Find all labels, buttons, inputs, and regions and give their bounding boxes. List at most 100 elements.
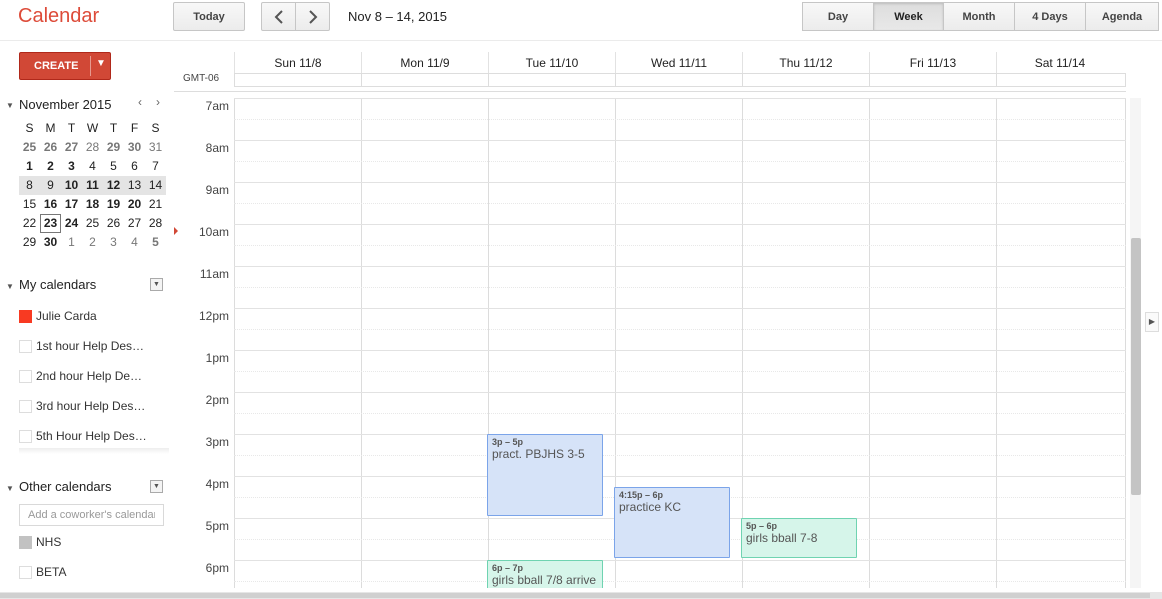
hour-label: 9am — [205, 183, 229, 197]
mini-calendar-day[interactable]: 30 — [40, 233, 61, 252]
mini-calendar-day[interactable]: 2 — [82, 233, 103, 252]
mini-calendar-day[interactable]: 12 — [103, 176, 124, 195]
collapse-triangle-icon[interactable]: ▼ — [6, 484, 14, 493]
calendar-item[interactable]: 3rd hour Help Des… — [19, 397, 145, 415]
previous-week-button[interactable] — [261, 2, 296, 31]
mini-calendar-day[interactable]: 16 — [40, 195, 61, 214]
mini-calendar-day[interactable]: 25 — [82, 214, 103, 233]
mini-calendar-day[interactable]: 20 — [124, 195, 145, 214]
app-title[interactable]: Calendar — [18, 5, 99, 28]
mini-calendar-day[interactable]: 2 — [40, 157, 61, 176]
calendar-color-swatch[interactable] — [19, 399, 32, 413]
other-calendars-title[interactable]: Other calendars — [19, 479, 112, 494]
mini-calendar-day[interactable]: 4 — [82, 157, 103, 176]
mini-calendar-day[interactable]: 27 — [61, 138, 82, 157]
calendar-item[interactable]: BETA — [19, 563, 66, 581]
half-hour-line — [234, 371, 1126, 372]
calendar-color-swatch[interactable] — [19, 429, 32, 443]
calendar-color-swatch[interactable] — [19, 535, 32, 549]
day-header[interactable]: Wed 11/11 — [615, 52, 742, 73]
my-calendars-menu-icon[interactable]: ▼ — [150, 278, 163, 291]
day-header[interactable]: Thu 11/12 — [742, 52, 869, 73]
horizontal-scrollbar-thumb[interactable] — [0, 593, 1150, 598]
view-day-button[interactable]: Day — [802, 2, 874, 31]
mini-calendar-day[interactable]: 3 — [61, 157, 82, 176]
hour-label: 2pm — [205, 393, 229, 407]
today-button[interactable]: Today — [173, 2, 245, 31]
mini-calendar-day[interactable]: 17 — [61, 195, 82, 214]
calendar-item[interactable]: 5th Hour Help Des… — [19, 427, 147, 445]
mini-calendar-day[interactable]: 26 — [103, 214, 124, 233]
calendar-event[interactable]: 6p – 7p girls bball 7/8 arrive — [487, 560, 603, 588]
mini-calendar-day[interactable]: 30 — [124, 138, 145, 157]
mini-calendar-day[interactable]: 22 — [19, 214, 40, 233]
calendar-item[interactable]: 2nd hour Help De… — [19, 367, 142, 385]
weekday-header: T — [67, 121, 76, 135]
mini-calendar-day[interactable]: 10 — [61, 176, 82, 195]
mini-calendar-prev-icon[interactable]: ‹ — [138, 95, 142, 109]
hour-line — [234, 182, 1126, 183]
calendar-item[interactable]: NHS — [19, 533, 61, 551]
calendar-event[interactable]: 3p – 5p pract. PBJHS 3-5 — [487, 434, 603, 516]
day-header[interactable]: Fri 11/13 — [869, 52, 996, 73]
mini-calendar-day[interactable]: 1 — [61, 233, 82, 252]
mini-calendar-day[interactable]: 24 — [61, 214, 82, 233]
view-week-button[interactable]: Week — [873, 2, 944, 31]
mini-calendar-day[interactable]: 11 — [82, 176, 103, 195]
expand-side-panel-icon[interactable]: ▶ — [1145, 312, 1159, 332]
hour-label: 7am — [205, 99, 229, 113]
mini-calendar-day[interactable]: 21 — [145, 195, 166, 214]
mini-calendar-day[interactable]: 29 — [103, 138, 124, 157]
mini-calendar-day[interactable]: 15 — [19, 195, 40, 214]
calendar-item[interactable]: 1st hour Help Des… — [19, 337, 144, 355]
mini-calendar-day-today[interactable]: 23 — [40, 214, 61, 233]
calendar-color-swatch[interactable] — [19, 339, 32, 353]
day-header[interactable]: Sat 11/14 — [996, 52, 1123, 73]
mini-calendar-day[interactable]: 14 — [145, 176, 166, 195]
mini-calendar-day[interactable]: 18 — [82, 195, 103, 214]
day-header[interactable]: Mon 11/9 — [361, 52, 488, 73]
all-day-row[interactable] — [234, 73, 1126, 87]
day-header[interactable]: Sun 11/8 — [234, 52, 361, 73]
mini-calendar-day[interactable]: 5 — [145, 233, 166, 252]
mini-calendar-day[interactable]: 28 — [82, 138, 103, 157]
mini-calendar-day[interactable]: 29 — [19, 233, 40, 252]
next-week-button[interactable] — [295, 2, 330, 31]
view-agenda-button[interactable]: Agenda — [1085, 2, 1159, 31]
mini-calendar-day[interactable]: 8 — [19, 176, 40, 195]
view-month-button[interactable]: Month — [943, 2, 1015, 31]
day-header[interactable]: Tue 11/10 — [488, 52, 615, 73]
mini-calendar-day[interactable]: 19 — [103, 195, 124, 214]
date-range-label: Nov 8 – 14, 2015 — [348, 9, 448, 24]
mini-calendar-day[interactable]: 9 — [40, 176, 61, 195]
mini-calendar-day[interactable]: 1 — [19, 157, 40, 176]
mini-calendar-day[interactable]: 5 — [103, 157, 124, 176]
mini-calendar-day[interactable]: 3 — [103, 233, 124, 252]
mini-calendar-day[interactable]: 13 — [124, 176, 145, 195]
other-calendars-menu-icon[interactable]: ▼ — [150, 480, 163, 493]
grid-scrollbar-thumb[interactable] — [1131, 238, 1141, 495]
mini-calendar-day[interactable]: 31 — [145, 138, 166, 157]
mini-calendar-day[interactable]: 28 — [145, 214, 166, 233]
mini-calendar-next-icon[interactable]: › — [156, 95, 160, 109]
add-coworker-calendar-input[interactable] — [19, 504, 164, 526]
calendar-event[interactable]: 4:15p – 6p practice KC — [614, 487, 730, 558]
mini-calendar-day[interactable]: 4 — [124, 233, 145, 252]
mini-calendar-day[interactable]: 27 — [124, 214, 145, 233]
create-button[interactable]: CREATE ▼ — [19, 52, 111, 80]
calendar-color-swatch[interactable] — [19, 565, 32, 579]
create-dropdown-icon[interactable]: ▼ — [96, 58, 106, 69]
calendar-color-swatch[interactable] — [19, 369, 32, 383]
collapse-triangle-icon[interactable]: ▼ — [6, 101, 14, 110]
mini-calendar-day[interactable]: 26 — [40, 138, 61, 157]
calendar-event[interactable]: 5p – 6p girls bball 7-8 — [741, 518, 857, 558]
collapse-triangle-icon[interactable]: ▼ — [6, 282, 14, 291]
mini-calendar-day[interactable]: 25 — [19, 138, 40, 157]
my-calendars-title[interactable]: My calendars — [19, 277, 96, 292]
mini-calendar-day[interactable]: 7 — [145, 157, 166, 176]
calendar-item[interactable]: Julie Carda — [19, 307, 97, 325]
mini-calendar-day[interactable]: 6 — [124, 157, 145, 176]
view-4days-button[interactable]: 4 Days — [1014, 2, 1086, 31]
calendar-color-swatch[interactable] — [19, 309, 32, 323]
week-time-grid[interactable]: 7am 8am 9am 10am 11am 12pm 1pm 2pm 3pm 4… — [174, 98, 1126, 588]
